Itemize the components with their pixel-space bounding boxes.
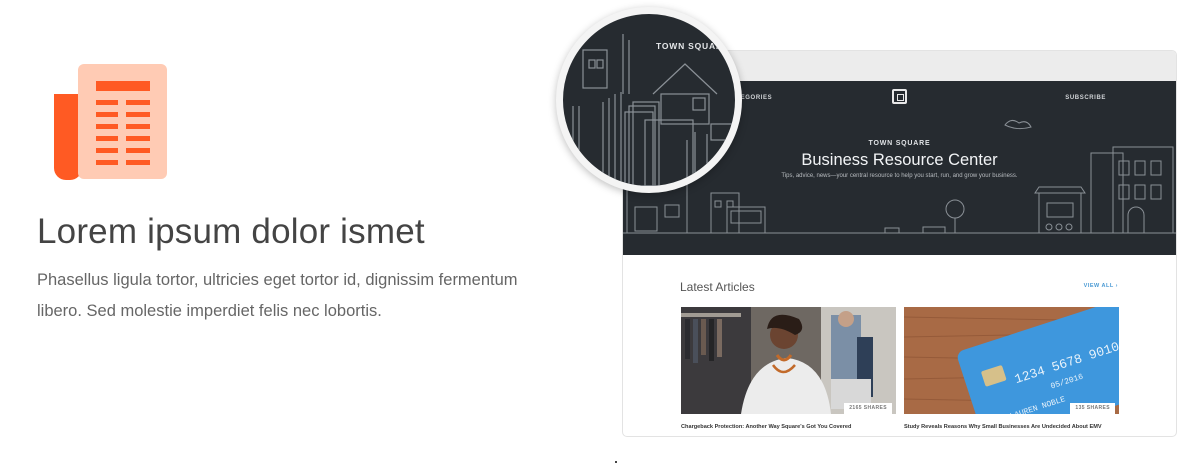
article-image[interactable]: 2165 SHARES (681, 307, 896, 414)
view-all-link[interactable]: VIEW ALL › (1084, 283, 1118, 289)
credit-card-photo: 1234 5678 9010 05/2016 LAUREN NOBLE (904, 307, 1119, 414)
article-image[interactable]: 1234 5678 9010 05/2016 LAUREN NOBLE 135 … (904, 307, 1119, 414)
newspaper-icon (54, 64, 167, 180)
share-count: 135 SHARES (1070, 403, 1115, 414)
woman-on-phone-photo (681, 307, 896, 414)
share-count: 2165 SHARES (844, 403, 892, 414)
article-title[interactable]: Study Reveals Reasons Why Small Business… (904, 424, 1122, 430)
divider-dot (615, 461, 617, 463)
nav-subscribe[interactable]: SUBSCRIBE (1065, 95, 1106, 101)
feature-description: Phasellus ligula tortor, ultricies eget … (37, 271, 518, 320)
magnified-label: TOWN SQUARE (656, 41, 730, 51)
magnifier-lens: TOWN SQUARE (556, 7, 742, 193)
square-logo-icon[interactable] (892, 89, 907, 104)
section-title: Latest Articles (680, 280, 755, 294)
article-title[interactable]: Chargeback Protection: Another Way Squar… (681, 424, 899, 430)
magnified-city-illustration (572, 34, 734, 186)
feature-title: Lorem ipsum dolor ismet (37, 212, 425, 251)
